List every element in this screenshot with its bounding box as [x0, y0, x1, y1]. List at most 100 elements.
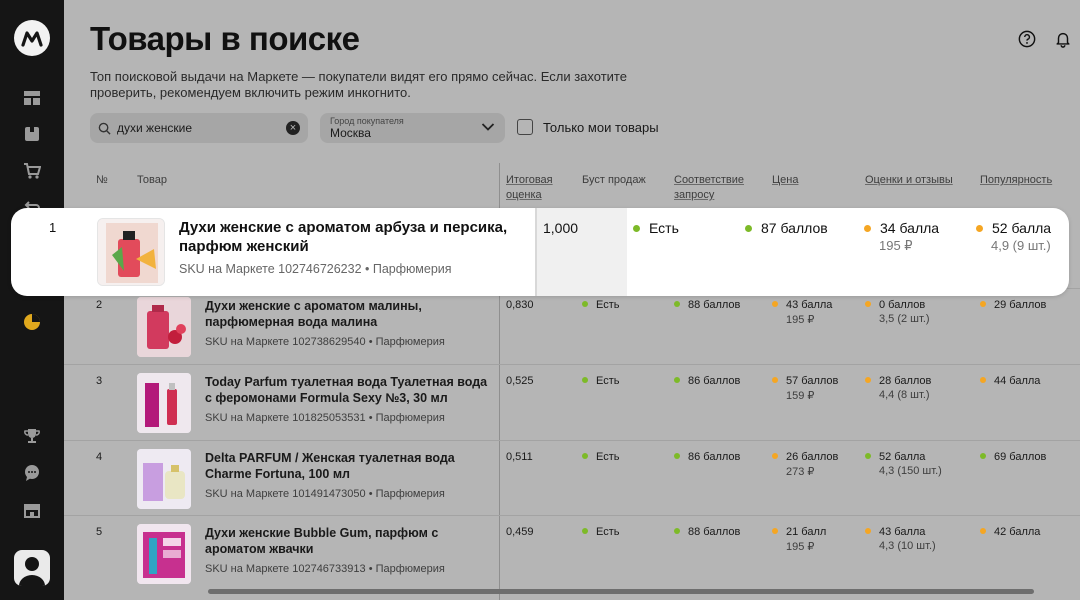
relevance-cell: 86 баллов	[674, 451, 740, 463]
product-name[interactable]: Духи женские с ароматом арбуза и персика…	[179, 218, 519, 256]
popularity-cell: 69 баллов	[980, 451, 1046, 463]
col-reviews[interactable]: Оценки и отзывы	[865, 173, 953, 188]
status-dot	[745, 225, 752, 232]
status-dot	[772, 453, 778, 459]
boost-value: Есть	[596, 451, 620, 463]
trophy-icon[interactable]	[22, 426, 42, 446]
score-value: 0,459	[506, 526, 534, 538]
product-name[interactable]: Духи женские Bubble Gum, парфюм с аромат…	[205, 525, 495, 557]
reviews-value: 4,4 (8 шт.)	[879, 389, 930, 401]
price-cell: 34 балла 195 ₽	[864, 220, 939, 254]
chevron-down-icon	[481, 123, 495, 131]
boost-value: Есть	[649, 220, 679, 236]
reviews-value: 4,3 (150 шт.)	[879, 465, 942, 477]
search-input[interactable]: духи женские ×	[90, 113, 308, 143]
popularity-value: 44 балла	[994, 375, 1041, 387]
status-dot	[864, 225, 871, 232]
dashboard-icon[interactable]	[22, 88, 42, 108]
sidebar	[0, 0, 64, 600]
product-thumbnail[interactable]	[137, 297, 191, 357]
relevance-value: 88 баллов	[688, 299, 741, 311]
user-avatar-icon[interactable]	[14, 550, 50, 586]
col-popularity[interactable]: Популярность	[980, 173, 1052, 188]
relevance-value: 88 баллов	[688, 526, 741, 538]
table-header: № Товар Итоговая оценка Буст продаж Соот…	[64, 163, 1080, 208]
status-dot	[772, 301, 778, 307]
col-product: Товар	[137, 174, 167, 186]
price-value: 195 ₽	[786, 314, 815, 326]
product-sku: SKU на Маркете 102746726232 • Парфюмерия	[179, 262, 452, 276]
boost-cell: Есть	[582, 451, 619, 463]
horizontal-scrollbar[interactable]	[208, 589, 1034, 594]
status-dot	[674, 528, 680, 534]
status-dot	[980, 301, 986, 307]
status-dot	[633, 225, 640, 232]
boost-cell: Есть	[582, 299, 619, 311]
row-num: 5	[96, 526, 103, 538]
price-points: 26 баллов	[786, 451, 839, 463]
price-points: 57 баллов	[786, 375, 839, 387]
table-row[interactable]: 2 Духи женские с ароматом малины, парфюм…	[64, 288, 1080, 364]
city-select[interactable]: Город покупателя Москва	[320, 113, 505, 143]
highlighted-table-row[interactable]: 1 Духи женские с ароматом арбуза и перси…	[11, 208, 1069, 296]
reviews-value: 4,9 (9 шт.)	[991, 238, 1051, 253]
table-row[interactable]: 3 Today Parfum туалетная вода Туалетная …	[64, 364, 1080, 440]
popularity-cell: 44 балла	[980, 375, 1040, 387]
col-boost: Буст продаж	[582, 174, 646, 186]
relevance-value: 86 баллов	[688, 451, 741, 463]
product-thumbnail[interactable]	[137, 524, 191, 584]
boost-cell: Есть	[633, 220, 679, 236]
boost-cell: Есть	[582, 526, 619, 538]
store-icon[interactable]	[22, 500, 42, 520]
col-relevance[interactable]: Соответствие запросу	[674, 173, 754, 203]
price-value: 159 ₽	[786, 390, 815, 402]
product-name[interactable]: Today Parfum туалетная вода Туалетная во…	[205, 374, 495, 406]
col-score[interactable]: Итоговая оценка	[506, 173, 562, 203]
only-mine-label: Только мои товары	[543, 119, 659, 135]
page-description: Топ поисковой выдачи на Маркете — покупа…	[90, 69, 627, 100]
checkbox-box[interactable]	[517, 119, 533, 135]
table-row[interactable]: 4 Delta PARFUM / Женская туалетная вода …	[64, 440, 1080, 516]
search-input-value: духи женские	[117, 121, 192, 135]
product-thumbnail[interactable]	[137, 373, 191, 433]
only-mine-checkbox[interactable]: Только мои товары	[517, 119, 659, 135]
relevance-value: 86 баллов	[688, 375, 741, 387]
analytics-pie-icon[interactable]	[22, 312, 42, 332]
reviews-value: 3,5 (2 шт.)	[879, 313, 930, 325]
bell-icon[interactable]	[1052, 28, 1074, 50]
product-thumbnail[interactable]	[97, 218, 165, 286]
box-icon[interactable]	[22, 124, 42, 144]
boost-value: Есть	[596, 299, 620, 311]
yandex-market-logo[interactable]	[14, 20, 50, 56]
cart-icon[interactable]	[22, 161, 42, 181]
reviews-value: 4,3 (10 шт.)	[879, 540, 936, 552]
boost-value: Есть	[596, 375, 620, 387]
score-value: 0,525	[506, 375, 534, 387]
table-row[interactable]: 5 Духи женские Bubble Gum, парфюм с аром…	[64, 515, 1080, 591]
price-cell: 43 балла 195 ₽	[772, 299, 832, 326]
help-icon[interactable]	[1016, 28, 1038, 50]
col-price[interactable]: Цена	[772, 173, 798, 188]
chat-icon[interactable]	[22, 463, 42, 483]
status-dot	[674, 377, 680, 383]
status-dot	[980, 377, 986, 383]
reviews-points: 0 баллов	[879, 299, 926, 311]
clear-search-icon[interactable]: ×	[286, 121, 300, 135]
boost-cell: Есть	[582, 375, 619, 387]
boost-value: Есть	[596, 526, 620, 538]
page-title: Товары в поиске	[90, 20, 360, 57]
row-num: 1	[49, 220, 57, 235]
reviews-points: 43 балла	[879, 526, 926, 538]
status-dot	[865, 301, 871, 307]
reviews-cell: 28 баллов 4,4 (8 шт.)	[865, 375, 931, 401]
status-dot	[865, 453, 871, 459]
status-dot	[865, 377, 871, 383]
row-num: 3	[96, 375, 103, 387]
popularity-cell: 29 баллов	[980, 299, 1046, 311]
product-sku: SKU на Маркете 101491473050 • Парфюмерия	[205, 488, 445, 500]
product-name[interactable]: Delta PARFUM / Женская туалетная вода Ch…	[205, 450, 495, 482]
relevance-value: 87 баллов	[761, 220, 828, 236]
product-name[interactable]: Духи женские с ароматом малины, парфюмер…	[205, 298, 495, 330]
product-thumbnail[interactable]	[137, 449, 191, 509]
status-dot	[674, 453, 680, 459]
